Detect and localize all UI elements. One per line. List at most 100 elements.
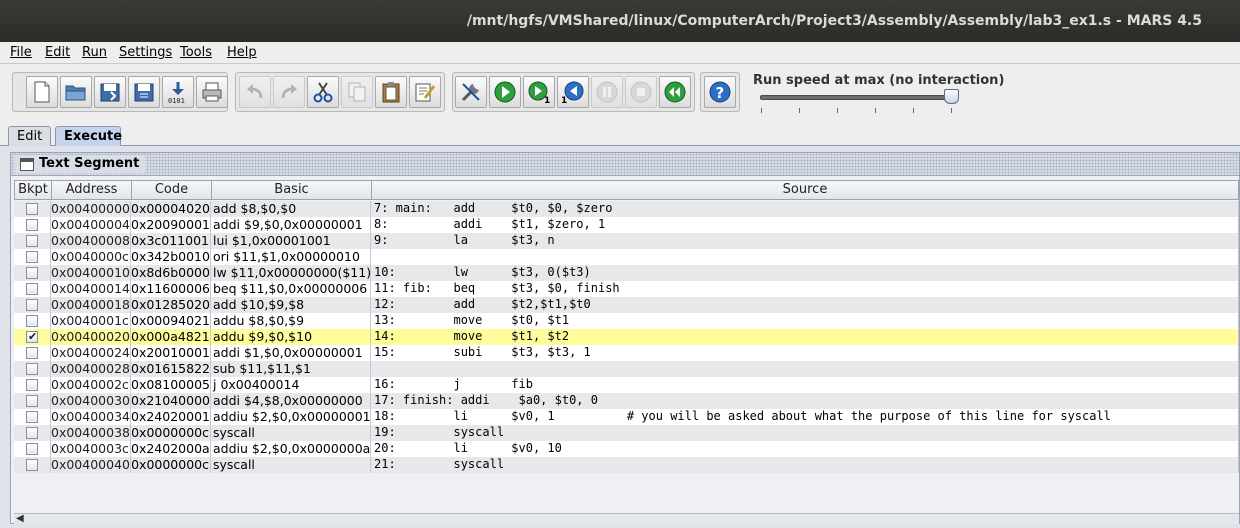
table-row[interactable]: 0x0040003c 0x2402000a addiu $2,$0,0x000000… bbox=[14, 441, 1239, 457]
bkpt-cell bbox=[14, 393, 51, 409]
run-speed-slider-track[interactable] bbox=[760, 95, 958, 100]
menu-edit[interactable]: Edit bbox=[45, 45, 70, 60]
breakpoint-checkbox[interactable]: ✔ bbox=[26, 330, 38, 343]
source-cell bbox=[371, 361, 1239, 377]
table-row[interactable]: 0x0040000c 0x342b0010 ori $11,$1,0x0000001… bbox=[14, 249, 1239, 265]
address-cell: 0x00400004 bbox=[51, 217, 131, 233]
slider-tick bbox=[913, 108, 914, 113]
table-row[interactable]: 0x00400030 0x21040000 addi $4,$8,0x0000000… bbox=[14, 393, 1239, 409]
breakpoint-checkbox[interactable] bbox=[26, 379, 38, 391]
table-row[interactable]: 0x00400014 0x11600006 beq $11,$0,0x0000000… bbox=[14, 281, 1239, 297]
menu-tools[interactable]: Tools bbox=[180, 45, 212, 60]
table-row[interactable]: 0x00400008 0x3c011001 lui $1,0x00001001 9: … bbox=[14, 233, 1239, 249]
breakpoint-checkbox[interactable] bbox=[26, 251, 38, 263]
table-row[interactable]: 0x00400024 0x20010001 addi $1,$0,0x0000000… bbox=[14, 345, 1239, 361]
redo-button[interactable] bbox=[273, 76, 305, 108]
new-file-button[interactable] bbox=[26, 76, 58, 108]
undo-button[interactable] bbox=[239, 76, 271, 108]
pause-button[interactable] bbox=[591, 76, 623, 108]
save-as-button[interactable] bbox=[128, 76, 160, 108]
print-button[interactable] bbox=[196, 76, 228, 108]
run-button[interactable] bbox=[489, 76, 521, 108]
open-button[interactable] bbox=[60, 76, 92, 108]
cut-button[interactable] bbox=[307, 76, 339, 108]
code-cell: 0x20010001 bbox=[131, 345, 211, 361]
breakpoint-checkbox[interactable] bbox=[26, 203, 38, 215]
tab-execute[interactable]: Execute bbox=[55, 126, 122, 147]
menu-help[interactable]: Help bbox=[227, 45, 257, 60]
table-row[interactable]: 0x00400040 0x0000000c syscall 21: syscall bbox=[14, 457, 1239, 473]
source-cell: 9: la $t3, n bbox=[371, 233, 1239, 249]
source-cell: 14: move $t1, $t2 bbox=[371, 329, 1239, 345]
breakpoint-checkbox[interactable] bbox=[26, 267, 38, 279]
menu-file[interactable]: File bbox=[10, 45, 32, 60]
breakpoint-checkbox[interactable] bbox=[26, 347, 38, 359]
address-cell: 0x0040003c bbox=[51, 441, 131, 457]
slider-tick bbox=[875, 108, 876, 113]
bkpt-cell bbox=[14, 233, 51, 249]
paste-button[interactable] bbox=[375, 76, 407, 108]
bkpt-cell bbox=[14, 361, 51, 377]
basic-cell: j 0x00400014 bbox=[211, 377, 371, 393]
reset-button[interactable] bbox=[659, 76, 691, 108]
table-row[interactable]: 0x00400000 0x00004020 add $8,$0,$0 7: main:… bbox=[14, 201, 1239, 217]
menu-run[interactable]: Run bbox=[82, 45, 107, 60]
source-cell: 19: syscall bbox=[371, 425, 1239, 441]
column-header-basic[interactable]: Basic bbox=[211, 180, 372, 200]
breakpoint-checkbox[interactable] bbox=[26, 411, 38, 423]
table-row[interactable]: 0x00400004 0x20090001 addi $9,$0,0x0000000… bbox=[14, 217, 1239, 233]
run-speed-slider-thumb[interactable] bbox=[944, 89, 959, 104]
source-cell bbox=[371, 249, 1239, 265]
tab-edit[interactable]: Edit bbox=[8, 126, 51, 147]
code-cell: 0x08100005 bbox=[131, 377, 211, 393]
column-header-code[interactable]: Code bbox=[131, 180, 212, 200]
source-cell: 13: move $t0, $t1 bbox=[371, 313, 1239, 329]
table-row[interactable]: 0x00400028 0x01615822 sub $11,$11,$1 bbox=[14, 361, 1239, 377]
table-row[interactable]: 0x0040002c 0x08100005 j 0x00400014 16: j fi… bbox=[14, 377, 1239, 393]
run-toolbar-group: 1 1 bbox=[452, 72, 695, 112]
code-cell: 0x20090001 bbox=[131, 217, 211, 233]
bkpt-cell bbox=[14, 201, 51, 217]
breakpoint-checkbox[interactable] bbox=[26, 219, 38, 231]
table-row[interactable]: 0x0040001c 0x00094021 addu $8,$0,$9 13: mov… bbox=[14, 313, 1239, 329]
breakpoint-checkbox[interactable] bbox=[26, 235, 38, 247]
cut-icon bbox=[313, 82, 333, 103]
breakpoint-checkbox[interactable] bbox=[26, 443, 38, 455]
basic-cell: syscall bbox=[211, 457, 371, 473]
horizontal-scrollbar[interactable]: ◀ bbox=[14, 513, 1239, 524]
stop-button[interactable] bbox=[625, 76, 657, 108]
column-header-address[interactable]: Address bbox=[51, 180, 132, 200]
breakpoint-checkbox[interactable] bbox=[26, 363, 38, 375]
scroll-left-arrow-icon[interactable]: ◀ bbox=[16, 513, 24, 524]
backstep-button[interactable]: 1 bbox=[557, 76, 589, 108]
breakpoint-checkbox[interactable] bbox=[26, 315, 38, 327]
bkpt-cell bbox=[14, 377, 51, 393]
copy-button[interactable] bbox=[341, 76, 373, 108]
text-segment-header[interactable]: Text Segment bbox=[11, 153, 1239, 176]
step-button[interactable]: 1 bbox=[523, 76, 555, 108]
table-row[interactable]: 0x00400034 0x24020001 addiu $2,$0,0x000000… bbox=[14, 409, 1239, 425]
source-cell: 17: finish: addi $a0, $t0, 0 bbox=[371, 393, 1239, 409]
address-cell: 0x00400030 bbox=[51, 393, 131, 409]
breakpoint-checkbox[interactable] bbox=[26, 395, 38, 407]
breakpoint-checkbox[interactable] bbox=[26, 299, 38, 311]
table-row[interactable]: 0x00400010 0x8d6b0000 lw $11,0x00000000($1… bbox=[14, 265, 1239, 281]
help-button[interactable]: ? bbox=[704, 76, 736, 108]
breakpoint-checkbox[interactable] bbox=[26, 427, 38, 439]
window-icon bbox=[20, 158, 34, 171]
breakpoint-checkbox[interactable] bbox=[26, 459, 38, 471]
bkpt-cell bbox=[14, 265, 51, 281]
menu-settings[interactable]: Settings bbox=[119, 45, 172, 60]
backstep-icon: 1 bbox=[561, 81, 584, 104]
dump-memory-button[interactable]: 0101 bbox=[162, 76, 194, 108]
save-button[interactable] bbox=[94, 76, 126, 108]
table-row[interactable]: 0x00400038 0x0000000c syscall 19: syscall bbox=[14, 425, 1239, 441]
table-row[interactable]: ✔ 0x00400020 0x000a4821 addu $9,$0,$10 14: m… bbox=[14, 329, 1239, 345]
table-row[interactable]: 0x00400018 0x01285020 add $10,$9,$8 12: add… bbox=[14, 297, 1239, 313]
breakpoint-checkbox[interactable] bbox=[26, 283, 38, 295]
text-segment-title-wrap: Text Segment bbox=[15, 155, 146, 173]
column-header-bkpt[interactable]: Bkpt bbox=[14, 180, 52, 200]
assemble-button[interactable] bbox=[455, 76, 487, 108]
column-header-source[interactable]: Source bbox=[371, 180, 1239, 200]
find-replace-button[interactable] bbox=[409, 76, 441, 108]
